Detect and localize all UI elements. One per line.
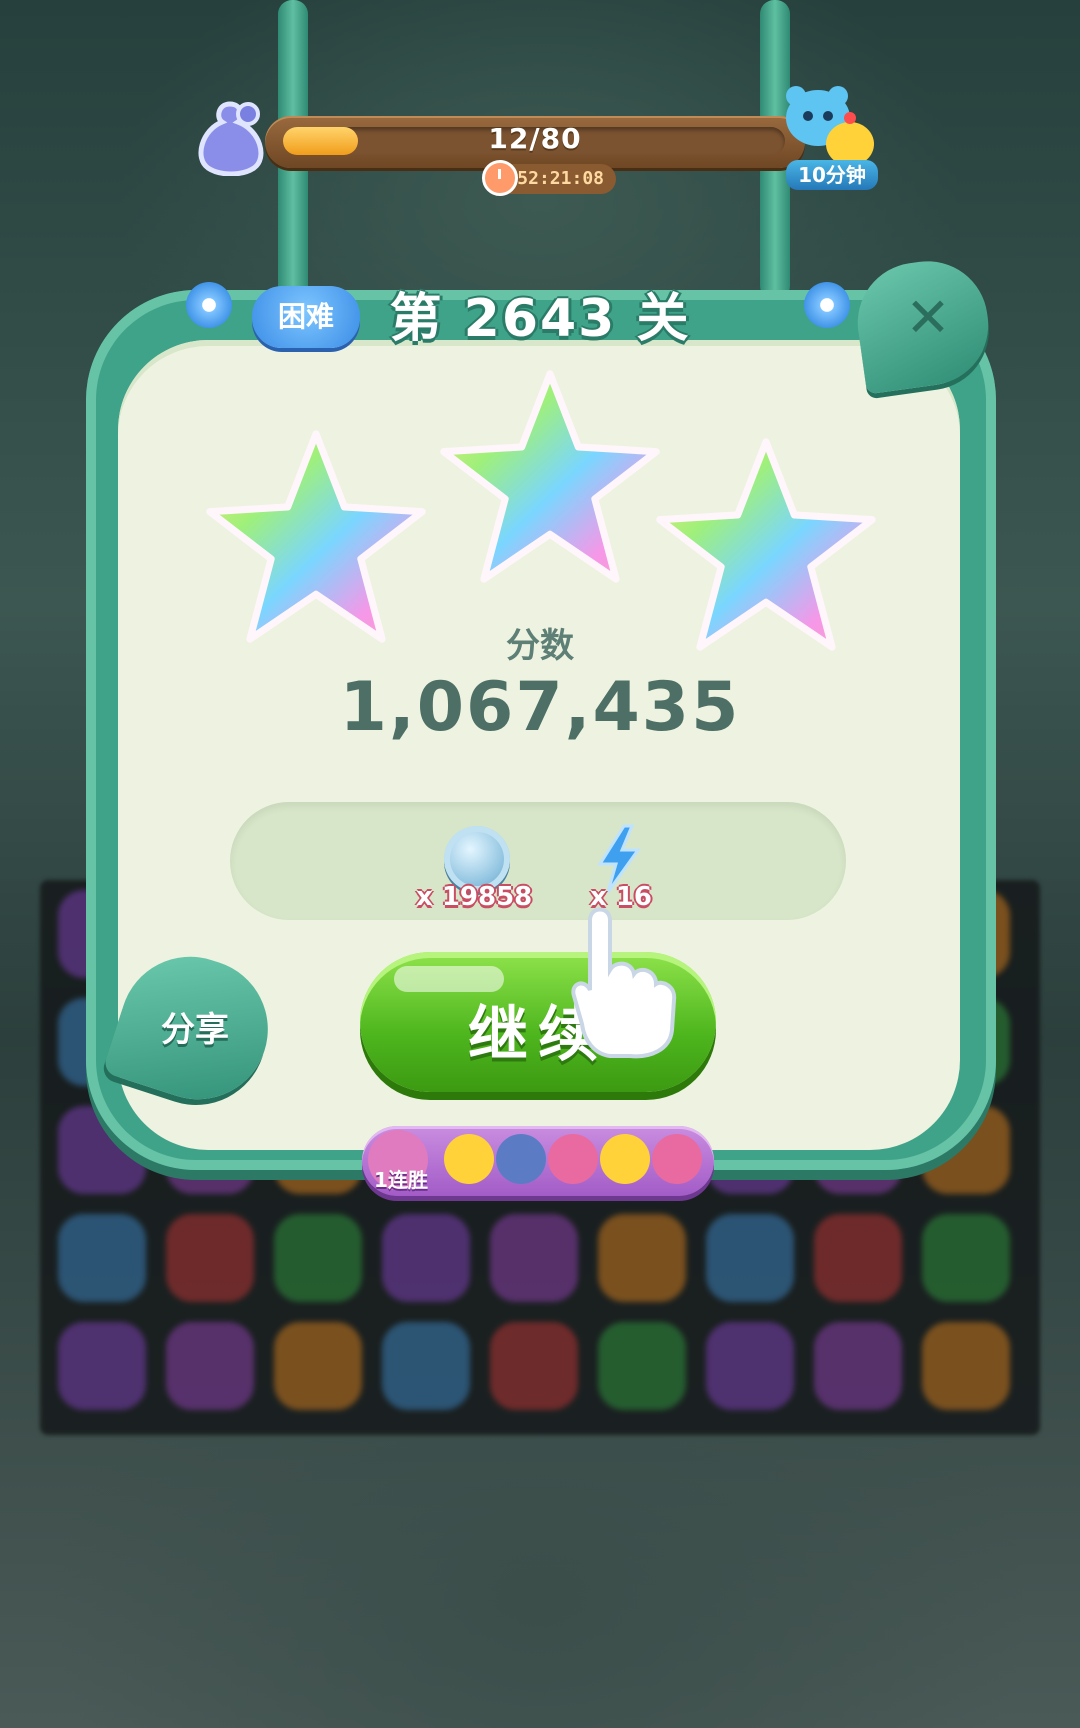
share-button-label[interactable]: 分享 (140, 1002, 250, 1051)
board-tile (922, 1322, 1010, 1410)
board-tile (274, 1214, 362, 1302)
board-tile (706, 1322, 794, 1410)
board-tile (166, 1322, 254, 1410)
flower-icon (186, 282, 232, 328)
board-tile (598, 1214, 686, 1302)
event-progress-bar: 12/80 (265, 116, 805, 168)
score-label: 分数 (506, 626, 574, 666)
difficulty-badge: 困难 (252, 286, 360, 348)
chick-icon (600, 1134, 650, 1184)
leaf-coin-count: x 19858 (416, 882, 533, 912)
flower-icon (804, 282, 850, 328)
owl-icon (548, 1134, 598, 1184)
close-icon[interactable]: ✕ (900, 290, 956, 346)
pointing-hand-icon (571, 907, 677, 1059)
board-tile (598, 1322, 686, 1410)
board-tile (490, 1322, 578, 1410)
level-title: 第 2643 关 (389, 289, 691, 349)
board-tile (58, 1214, 146, 1302)
star-2-icon (440, 370, 660, 583)
chick-icon (444, 1134, 494, 1184)
owl-icon (652, 1134, 702, 1184)
board-tile (382, 1214, 470, 1302)
board-tile (706, 1214, 794, 1302)
hippo-icon (496, 1134, 546, 1184)
board-tile (274, 1322, 362, 1410)
score-value: 1,067,435 (339, 668, 741, 747)
board-tile (382, 1322, 470, 1410)
board-tile (922, 1214, 1010, 1302)
alarm-clock-icon (482, 160, 518, 196)
event-progress-text: 12/80 (488, 122, 582, 155)
board-tile (814, 1322, 902, 1410)
board-tile (814, 1214, 902, 1302)
board-tile (166, 1214, 254, 1302)
board-tile (490, 1214, 578, 1302)
rewards-panel (230, 802, 846, 920)
win-streak-label: 1连胜 (374, 1168, 428, 1192)
sack-icon[interactable] (188, 96, 272, 176)
board-tile (58, 1322, 146, 1410)
reward-duration-badge: 10分钟 (786, 160, 878, 190)
